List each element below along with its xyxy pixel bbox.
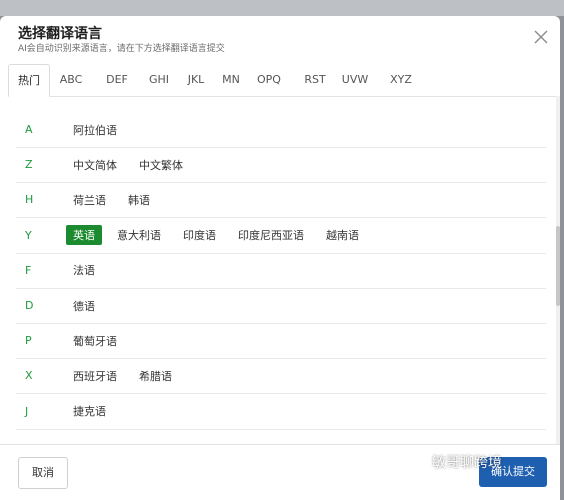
tab-xyz[interactable]: XYZ [386, 64, 416, 96]
row-languages: 中文简体 中文繁体 [66, 147, 198, 182]
language-option[interactable]: 希腊语 [132, 366, 179, 386]
row-letter: X [25, 369, 33, 383]
watermark-text: 敏哥聊跨境 [432, 455, 502, 471]
language-option[interactable]: 中文简体 [66, 155, 124, 175]
language-option[interactable]: 印度尼西亚语 [231, 225, 311, 245]
language-row: D 德语 [16, 288, 546, 324]
row-languages: 法语 [66, 253, 110, 288]
cancel-button[interactable]: 取消 [18, 457, 68, 489]
tab-rst[interactable]: RST [300, 64, 330, 96]
language-row: A 阿拉伯语 [16, 112, 546, 148]
language-row: Y 英语 意大利语 印度语 印度尼西亚语 越南语 [16, 218, 546, 254]
language-option[interactable]: 西班牙语 [66, 366, 124, 386]
row-languages: 英语 意大利语 印度语 印度尼西亚语 越南语 [66, 218, 374, 253]
language-option[interactable]: 法语 [66, 260, 102, 280]
dialog-title: 选择翻译语言 [18, 26, 102, 42]
close-button[interactable] [532, 28, 550, 46]
row-letter: Z [25, 158, 33, 172]
row-letter: F [25, 263, 32, 277]
language-row: P 葡萄牙语 [16, 323, 546, 360]
language-option[interactable]: 捷克语 [66, 401, 113, 421]
tab-def[interactable]: DEF [100, 64, 134, 96]
language-option[interactable]: 中文繁体 [132, 155, 190, 175]
language-option[interactable]: 葡萄牙语 [66, 331, 124, 351]
tab-ghi[interactable]: GHI [144, 64, 174, 96]
row-letter: J [25, 404, 29, 418]
row-languages: 西班牙语 希腊语 [66, 358, 187, 393]
language-option[interactable]: 英语 [66, 225, 102, 246]
language-row: J 捷克语 [16, 394, 546, 430]
tab-hot[interactable]: 热门 [8, 64, 50, 97]
tab-abc[interactable]: ABC [54, 64, 88, 96]
translate-language-dialog: 选择翻译语言 AI会自动识别来源语言，请在下方选择翻译语言提交 热门 ABC DEF… [0, 16, 560, 500]
tab-jkl[interactable]: JKL [182, 64, 210, 96]
tab-opq[interactable]: OPQ [254, 64, 284, 96]
tab-uvw[interactable]: UVW [340, 64, 370, 96]
row-languages: 阿拉伯语 [66, 112, 132, 147]
language-option[interactable]: 越南语 [319, 225, 366, 245]
dialog-header: 选择翻译语言 AI会自动识别来源语言，请在下方选择翻译语言提交 [0, 16, 560, 60]
language-row: H 荷兰语 韩语 [16, 182, 546, 219]
language-option[interactable]: 德语 [66, 296, 102, 316]
row-languages: 葡萄牙语 [66, 323, 132, 358]
row-letter: A [25, 123, 33, 136]
dialog-subtitle: AI会自动识别来源语言，请在下方选择翻译语言提交 [18, 44, 225, 54]
scrollbar-thumb[interactable] [556, 226, 560, 306]
row-letter: Y [25, 228, 32, 242]
language-list: A 阿拉伯语 Z 中文简体 中文繁体 H 荷兰语 韩语 Y 英语 意大利语 印度语 印度尼西亚语 越南语 F… [16, 112, 546, 446]
row-letter: P [25, 334, 32, 348]
backdrop-top [0, 0, 564, 16]
language-option[interactable]: 荷兰语 [66, 190, 113, 210]
close-icon [534, 30, 548, 44]
language-option[interactable]: 印度语 [176, 225, 223, 245]
language-row: X 西班牙语 希腊语 [16, 358, 546, 395]
row-languages: 捷克语 [66, 394, 121, 429]
watermark: 敏哥聊跨境 [432, 452, 502, 472]
letter-tabs: 热门 ABC DEF GHI JKL MN OPQ RST UVW XYZ [8, 64, 560, 97]
language-row: Z 中文简体 中文繁体 [16, 147, 546, 184]
row-letter: D [25, 299, 34, 312]
language-option[interactable]: 意大利语 [110, 225, 168, 245]
language-option[interactable]: 韩语 [121, 190, 157, 210]
language-row: F 法语 [16, 253, 546, 289]
row-letter: H [25, 193, 34, 207]
tab-mn[interactable]: MN [216, 64, 246, 96]
row-languages: 荷兰语 韩语 [66, 182, 165, 217]
language-option[interactable]: 阿拉伯语 [66, 120, 124, 140]
row-languages: 德语 [66, 288, 110, 323]
